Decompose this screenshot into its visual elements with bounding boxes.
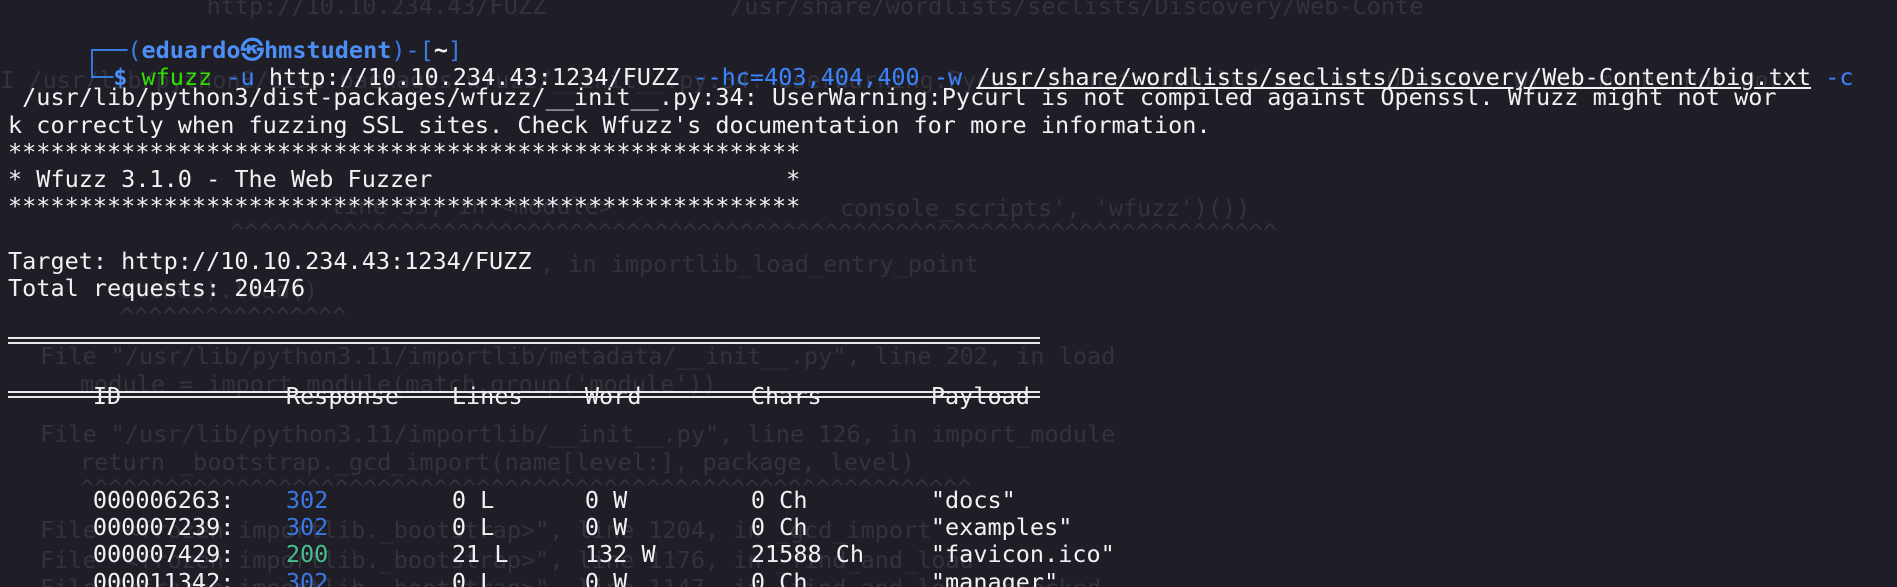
row-word: 132 W [584,540,656,569]
row-lines: 21 L [451,540,509,569]
warning-line-2: k correctly when fuzzing SSL sites. Chec… [8,110,1211,139]
banner-stars-top: ****************************************… [8,137,801,166]
row-payload: "manager" [930,567,1059,587]
command-flag-c: -c [1825,63,1854,92]
table-row: 000006263: 302 0 L 0 W 0 Ch "docs" [8,460,1897,513]
prompt-cwd: ~ [433,36,448,65]
row-word: 0 W [584,513,628,542]
prompt-hostname: hmstudent [264,36,392,65]
prompt-frame-mid: )-[ [391,36,434,65]
row-chars: 0 Ch [750,513,808,542]
row-chars: 0 Ch [750,567,808,587]
prompt-username: eduardo [141,36,241,65]
table-separator-bottom [8,383,1897,410]
row-word: 0 W [584,567,628,587]
row-response: 302 [285,486,329,515]
row-payload: "favicon.ico" [930,540,1115,569]
prompt-line: ┌──(eduardo㉿hmstudent)-[~] [0,10,1897,64]
prompt-frame-end: ] [447,36,463,65]
row-payload: "examples" [930,513,1073,542]
table-header-row: ID Response Lines Word Chars Payload [8,356,1897,410]
table-separator-top [8,329,1897,356]
terminal-window[interactable]: http://10.10.234.43/FUZZ /usr/share/word… [0,0,1897,587]
row-id: 000007429: [92,540,235,569]
row-payload: "docs" [930,486,1016,515]
summary-target: Target: http://10.10.234.43:1234/FUZZ [8,246,532,275]
row-id: 000011342: [92,567,235,587]
row-chars: 0 Ch [750,486,808,515]
row-lines: 0 L [451,513,495,542]
row-word: 0 W [584,486,628,515]
row-id: 000006263: [92,486,235,515]
banner-stars-bottom: ****************************************… [8,192,801,221]
banner-title: * Wfuzz 3.1.0 - The Web Fuzzer * [8,164,801,193]
row-response: 302 [285,513,329,542]
terminal-output: ┌──(eduardo㉿hmstudent)-[~] └─$ wfuzz -u … [8,10,1897,587]
prompt-frame-top: ┌──( [84,36,142,65]
row-response: 200 [285,540,329,569]
prompt-at-icon: ㉿ [240,36,265,65]
row-lines: 0 L [451,486,495,515]
warning-line-1: /usr/lib/python3/dist-packages/wfuzz/__i… [8,83,1777,112]
row-lines: 0 L [451,567,495,587]
row-chars: 21588 Ch [750,540,865,569]
row-response: 302 [285,567,329,587]
row-id: 000007239: [92,513,235,542]
summary-total-requests: Total requests: 20476 [8,273,306,302]
